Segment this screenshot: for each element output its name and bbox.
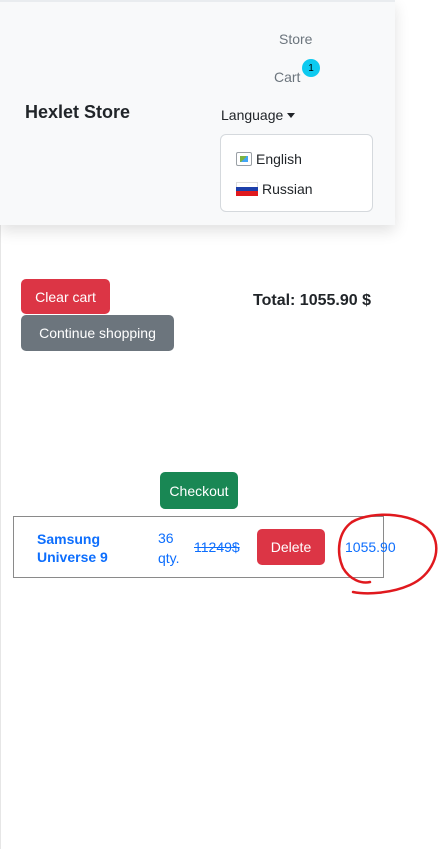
clear-cart-button[interactable]: Clear cart (21, 279, 110, 314)
checkout-button[interactable]: Checkout (160, 472, 238, 509)
continue-shopping-button[interactable]: Continue shopping (21, 315, 174, 351)
navbar: Hexlet Store Store Cart 1 Language Engli… (0, 0, 395, 225)
language-option-label: English (256, 151, 302, 167)
language-option-label: Russian (262, 181, 313, 197)
line-total-price: 1055.90 (345, 539, 396, 555)
language-dropdown-menu: English Russian (220, 134, 373, 212)
russia-flag-icon (236, 182, 258, 196)
product-quantity[interactable]: 36 qty. (158, 528, 194, 568)
product-name-link[interactable]: Samsung Universe 9 (37, 530, 127, 566)
delete-item-button[interactable]: Delete (257, 529, 325, 565)
caret-down-icon (287, 113, 296, 118)
cart-count-badge: 1 (302, 59, 320, 77)
language-toggle-label: Language (221, 107, 284, 123)
broken-image-icon (236, 152, 252, 166)
language-option-english[interactable]: English (236, 151, 302, 167)
brand-logo[interactable]: Hexlet Store (25, 102, 130, 123)
language-dropdown-toggle[interactable]: Language (221, 107, 296, 123)
nav-store-link[interactable]: Store (279, 31, 312, 47)
cart-total: Total: 1055.90 $ (253, 292, 371, 309)
nav-cart-link[interactable]: Cart (274, 69, 300, 85)
product-old-price: 11249$ (194, 539, 240, 555)
language-option-russian[interactable]: Russian (236, 181, 313, 197)
